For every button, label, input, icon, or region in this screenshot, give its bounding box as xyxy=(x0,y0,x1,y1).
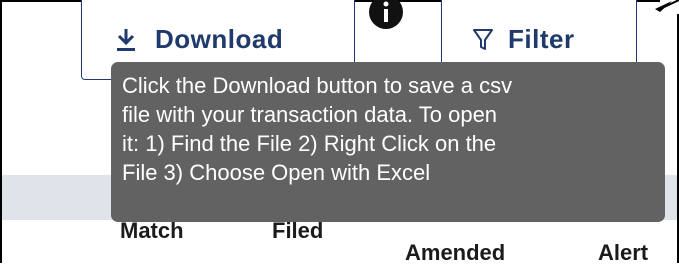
download-button-label: Download xyxy=(155,24,284,54)
table-header xyxy=(2,220,677,263)
filter-icon xyxy=(472,27,494,53)
download-tooltip: Click the Download button to save a csv … xyxy=(111,62,665,222)
download-icon xyxy=(115,27,137,53)
filter-button-label: Filter xyxy=(508,24,575,54)
column-header-amended[interactable]: Amended xyxy=(405,240,505,266)
info-icon[interactable] xyxy=(368,0,404,30)
column-header-alert[interactable]: Alert xyxy=(598,240,648,266)
